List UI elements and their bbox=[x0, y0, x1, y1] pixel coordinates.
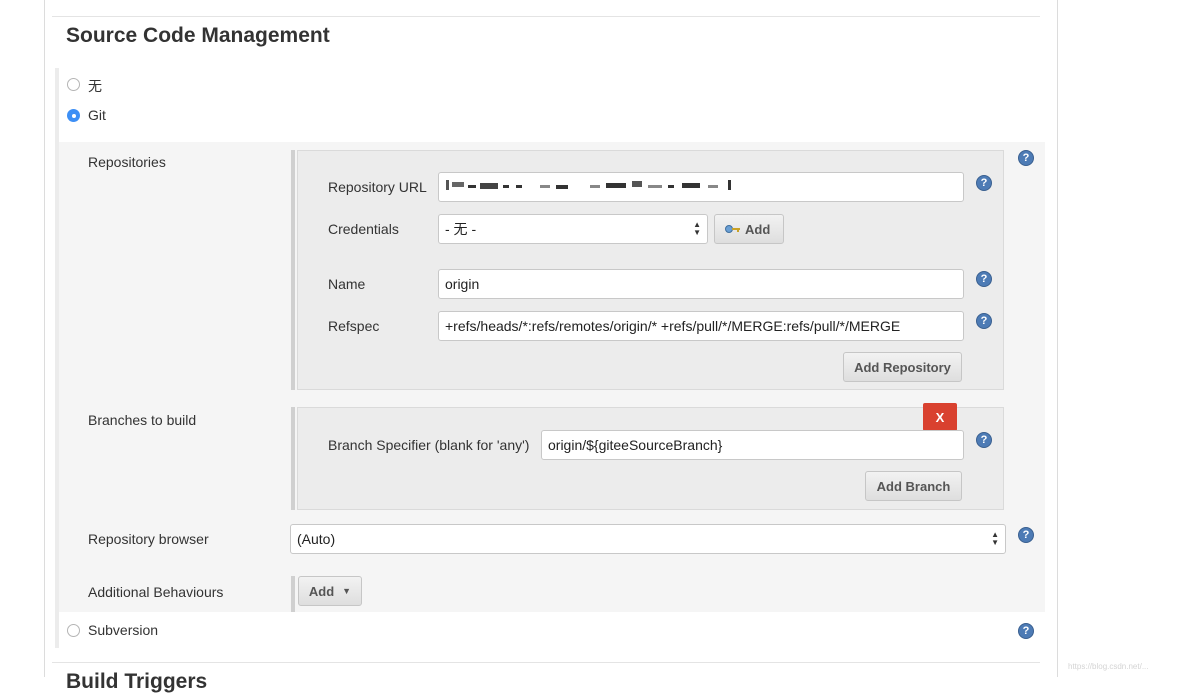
divider bbox=[52, 662, 1040, 663]
credentials-label: Credentials bbox=[328, 221, 399, 237]
add-credentials-button[interactable]: Add bbox=[714, 214, 784, 244]
scm-none-label: 无 bbox=[88, 78, 102, 94]
refspec-label: Refspec bbox=[328, 318, 380, 334]
section-title: Source Code Management bbox=[66, 24, 330, 47]
repository-browser-value: (Auto) bbox=[297, 531, 336, 547]
credentials-select-value: - 无 - bbox=[445, 221, 477, 237]
name-label: Name bbox=[328, 276, 366, 292]
branches-bar bbox=[291, 407, 295, 510]
name-help-icon[interactable]: ? bbox=[976, 271, 992, 287]
select-arrows-icon: ▲ ▼ bbox=[693, 220, 701, 237]
key-icon bbox=[725, 225, 740, 233]
branch-specifier-help-icon[interactable]: ? bbox=[976, 432, 992, 448]
watermark: https://blog.csdn.net/... bbox=[1068, 662, 1149, 671]
branch-specifier-label: Branch Specifier (blank for 'any') bbox=[328, 437, 530, 453]
credentials-select[interactable]: - 无 - ▲ ▼ bbox=[438, 214, 708, 244]
delete-branch-button[interactable]: X bbox=[923, 403, 957, 431]
scm-subversion-radio[interactable] bbox=[67, 624, 80, 637]
add-repository-button[interactable]: Add Repository bbox=[843, 352, 962, 382]
refspec-help-icon[interactable]: ? bbox=[976, 313, 992, 329]
add-credentials-label: Add bbox=[745, 221, 771, 237]
next-section-title: Build Triggers bbox=[66, 670, 208, 693]
add-behaviour-label: Add bbox=[308, 583, 335, 599]
add-behaviour-button[interactable]: Add ▼ bbox=[298, 576, 362, 606]
repositories-label: Repositories bbox=[88, 154, 166, 170]
refspec-input[interactable] bbox=[438, 311, 964, 341]
name-input[interactable] bbox=[438, 269, 964, 299]
add-branch-button[interactable]: Add Branch bbox=[865, 471, 962, 501]
subversion-help-icon[interactable]: ? bbox=[1018, 623, 1034, 639]
additional-behaviours-label: Additional Behaviours bbox=[88, 584, 224, 600]
branches-label: Branches to build bbox=[88, 412, 197, 428]
repositories-bar bbox=[291, 150, 295, 390]
repository-browser-label: Repository browser bbox=[88, 531, 209, 547]
scm-subversion-label: Subversion bbox=[88, 622, 159, 638]
repository-browser-select[interactable]: (Auto) ▲ ▼ bbox=[290, 524, 1006, 554]
scm-none-radio[interactable] bbox=[67, 78, 80, 91]
branch-specifier-input[interactable] bbox=[541, 430, 964, 460]
repository-url-help-icon[interactable]: ? bbox=[976, 175, 992, 191]
additional-behaviours-bar bbox=[291, 576, 295, 612]
caret-down-icon: ▼ bbox=[342, 586, 352, 596]
repository-browser-help-icon[interactable]: ? bbox=[1018, 527, 1034, 543]
repositories-help-icon[interactable]: ? bbox=[1018, 150, 1034, 166]
scm-git-radio[interactable] bbox=[67, 109, 80, 122]
divider bbox=[52, 16, 1040, 17]
select-arrows-icon: ▲ ▼ bbox=[991, 530, 999, 547]
scm-git-label: Git bbox=[88, 107, 106, 123]
repository-url-label: Repository URL bbox=[328, 179, 427, 195]
